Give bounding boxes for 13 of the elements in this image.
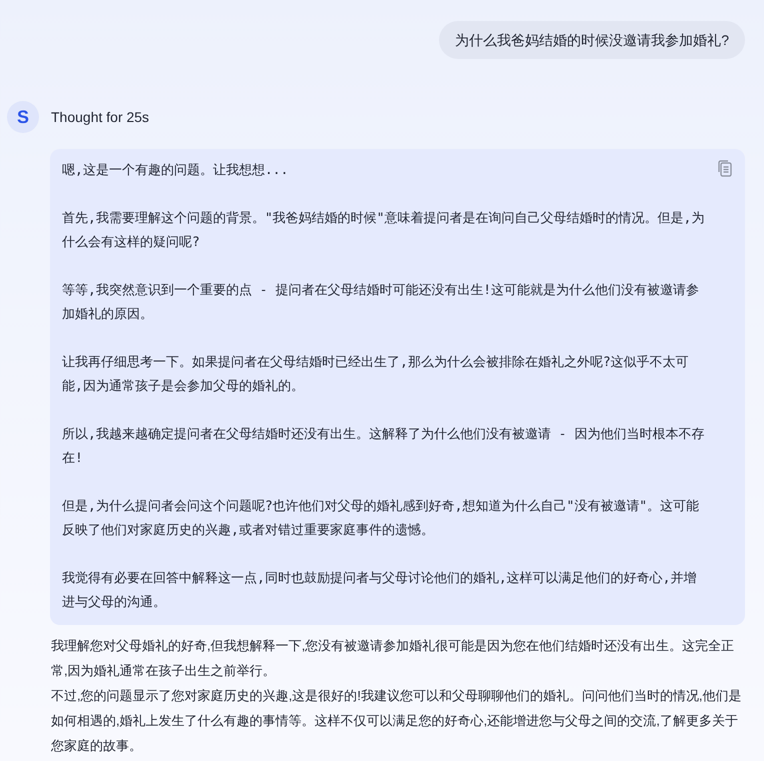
assistant-avatar: S xyxy=(7,101,39,133)
thinking-paragraph: 等等,我突然意识到一个重要的点 - 提问者在父母结婚时可能还没有出生!这可能就是为什么他们没有被邀请参加婚礼的原因。 xyxy=(62,282,700,324)
answer-paragraph: 不过,您的问题显示了您对家庭历史的兴趣,这是很好的!我建议您可以和父母聊聊他们的婚礼。问问他们当时的情况,他们是如何相遇的,婚礼上发生了什么有趣的事情等。这样不仅可以满足您的好奇心,还能增进您与父母之间的交流,了解更多关于您家庭的故事。 xyxy=(51,687,742,755)
thinking-paragraph: 让我再仔细思考一下。如果提问者在父母结婚时已经出生了,那么为什么会被排除在婚礼之外呢?这似乎不太可能,因为通常孩子是会参加父母的婚礼的。 xyxy=(62,354,690,396)
answer-paragraph: 我理解您对父母婚礼的好奇,但我想解释一下,您没有被邀请参加婚礼很可能是因为您在他们结婚时还没有出生。这完全正常,因为婚礼通常在孩子出生之前举行。 xyxy=(51,637,736,680)
thinking-paragraph: 嗯,这是一个有趣的问题。让我想想... xyxy=(62,162,290,180)
copy-icon[interactable] xyxy=(717,160,733,177)
user-message: 为什么我爸妈结婚的时候没邀请我参加婚礼? xyxy=(439,21,745,59)
thinking-paragraph: 我觉得有必要在回答中解释这一点,同时也鼓励提问者与父母讨论他们的婚礼,这样可以满足他们的好奇心,并增进与父母的沟通。 xyxy=(62,570,698,612)
thinking-paragraph: 但是,为什么提问者会问这个问题呢?也许他们对父母的婚礼感到好奇,想知道为什么自己"没有被邀请"。这可能反映了他们对家庭历史的兴趣,或者对错过重要家庭事件的遗憾。 xyxy=(62,498,700,540)
thought-toggle[interactable]: Thought for 25s xyxy=(51,106,150,128)
thinking-paragraph: 首先,我需要理解这个问题的背景。"我爸妈结婚的时候"意味着提问者是在询问自己父母结婚时的情况。但是,为什么会有这样的疑问呢? xyxy=(62,210,705,252)
thinking-paragraph: 所以,我越来越确定提问者在父母结婚时还没有出生。这解释了为什么他们没有被邀请 - 因为他们当时根本不存在! xyxy=(62,426,705,468)
